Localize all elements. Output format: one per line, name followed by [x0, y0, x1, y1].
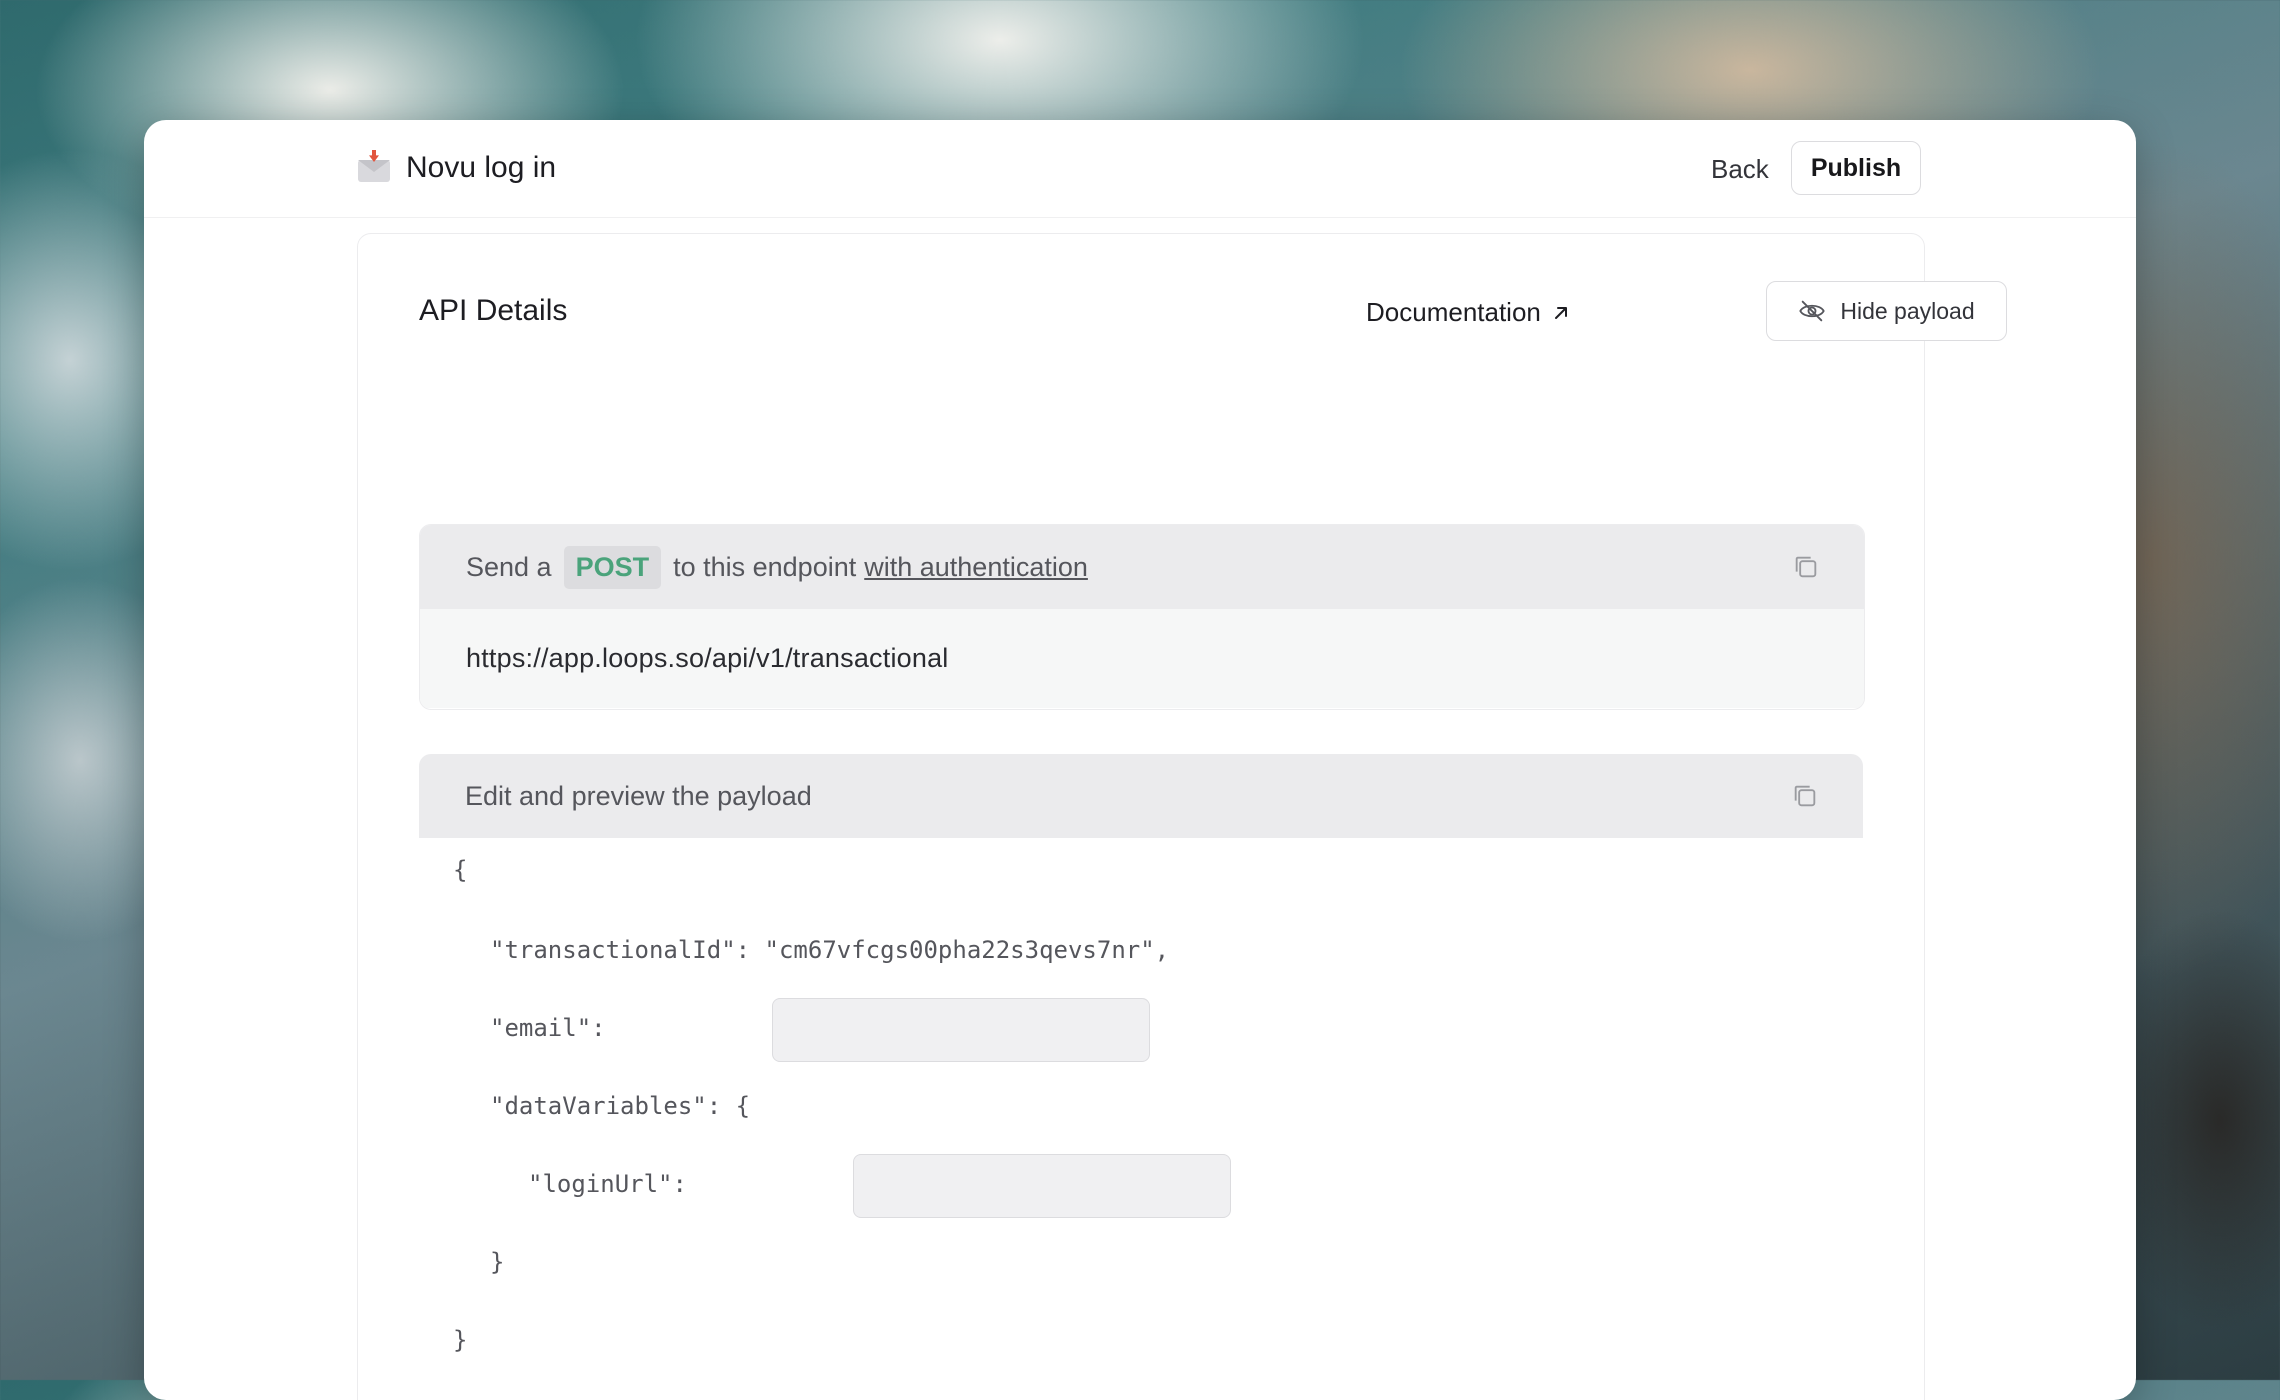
payload-login-url-key: "loginUrl":: [528, 1170, 687, 1198]
payload-open-brace: {: [453, 856, 468, 884]
endpoint-url: https://app.loops.so/api/v1/transactiona…: [420, 609, 1864, 708]
payload-inner-close-brace: }: [490, 1248, 505, 1276]
endpoint-header: Send a POST to this endpoint with authen…: [420, 525, 1864, 609]
top-bar: Novu log in Back Publish: [144, 120, 2136, 218]
api-details-card: API Details Documentation Hide payload S…: [357, 233, 2007, 1400]
payload-panel-header: Edit and preview the payload: [419, 754, 1863, 838]
payload-header-label: Edit and preview the payload: [465, 780, 812, 811]
page-title-group: Novu log in: [356, 150, 556, 186]
section-title: API Details: [419, 294, 568, 327]
payload-outer-close-brace: }: [453, 1326, 468, 1354]
documentation-link[interactable]: Documentation: [1366, 297, 1571, 328]
login-url-field[interactable]: [853, 1154, 1231, 1218]
arrow-up-right-icon: [1554, 306, 1567, 319]
page-title: Novu log in: [406, 151, 557, 184]
documentation-label: Documentation: [1366, 297, 1541, 327]
payload-data-variables: "dataVariables": {: [490, 1092, 751, 1120]
publish-button[interactable]: Publish: [1791, 141, 1921, 195]
copy-icon[interactable]: [1792, 553, 1820, 581]
method-badge: POST: [563, 545, 662, 589]
authentication-link[interactable]: with authentication: [864, 552, 1088, 583]
copy-payload-icon[interactable]: [1791, 782, 1819, 810]
payload-transactional-id: "transactionalId": "cm67vfcgs00pha22s3qe…: [490, 936, 1170, 964]
hide-payload-button[interactable]: Hide payload: [1766, 281, 2007, 341]
envelope-with-arrow-icon: [356, 150, 392, 186]
hide-payload-label: Hide payload: [1840, 297, 1975, 324]
email-field[interactable]: [772, 998, 1150, 1062]
app-window: Novu log in Back Publish API Details Doc…: [144, 120, 2136, 1400]
endpoint-prefix: Send a: [466, 551, 552, 582]
endpoint-panel: Send a POST to this endpoint with authen…: [419, 524, 1865, 710]
endpoint-middle-text: to this endpoint: [673, 551, 857, 582]
payload-email-key: "email":: [490, 1014, 606, 1042]
payload-header: Edit and preview the payload: [419, 754, 1863, 838]
eye-off-icon: [1799, 300, 1826, 322]
back-button[interactable]: Back: [1711, 154, 1769, 185]
